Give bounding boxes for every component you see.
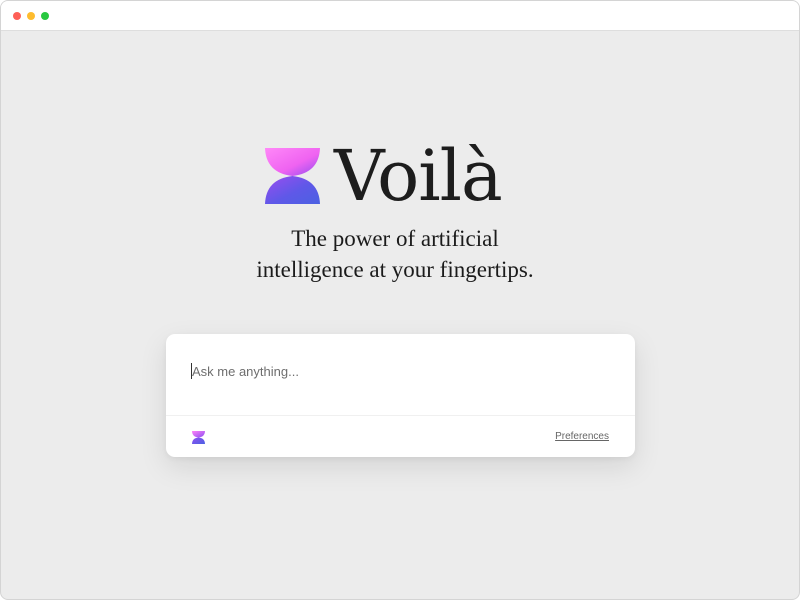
tagline-line-2: intelligence at your fingertips.: [256, 257, 534, 282]
app-window: Voilà The power of artificial intelligen…: [0, 0, 800, 600]
text-caret: [191, 363, 192, 379]
window-titlebar: [1, 1, 799, 31]
tagline-line-1: The power of artificial: [291, 226, 499, 251]
hourglass-logo-icon: [265, 148, 320, 204]
hourglass-logo-icon: [192, 431, 205, 444]
tagline: The power of artificial intelligence at …: [201, 223, 589, 285]
close-window-button[interactable]: [13, 12, 21, 20]
minimize-window-button[interactable]: [27, 12, 35, 20]
brand-header: Voilà: [265, 135, 503, 217]
card-divider: [166, 415, 635, 416]
preferences-link[interactable]: Preferences: [555, 431, 609, 442]
prompt-card: Preferences: [166, 334, 635, 457]
zoom-window-button[interactable]: [41, 12, 49, 20]
brand-name: Voilà: [334, 135, 503, 217]
prompt-input[interactable]: [192, 359, 612, 383]
